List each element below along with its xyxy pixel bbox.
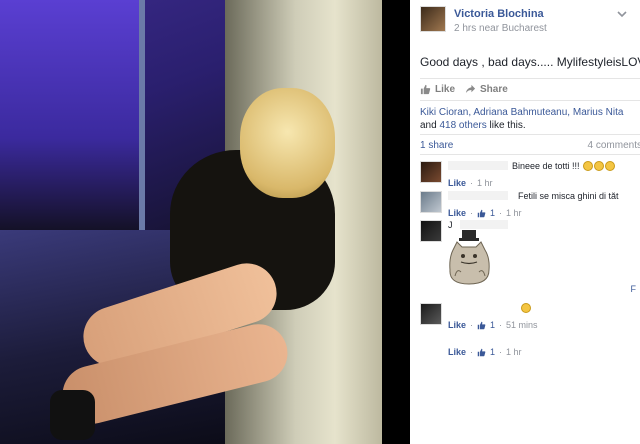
post-text: Good days , bad days..... MylifestyleisL… — [420, 55, 640, 69]
comment-time[interactable]: 1 hr — [506, 208, 522, 218]
thumbs-up-icon — [477, 321, 486, 329]
author-avatar[interactable] — [420, 6, 446, 32]
divider — [420, 100, 640, 101]
meta-separator: · — [470, 347, 474, 357]
photo-shoe — [50, 390, 95, 440]
post-actions: Like Share — [420, 84, 508, 95]
meta-separator: · — [470, 208, 474, 218]
chevron-down-icon[interactable] — [616, 8, 628, 20]
share-button[interactable]: Share — [465, 84, 508, 95]
comment-like-button[interactable]: Like — [448, 208, 466, 218]
like-label: Like — [435, 84, 456, 95]
comment-like-count[interactable]: 1 — [490, 208, 495, 218]
comment-like-count[interactable]: 1 — [490, 347, 495, 357]
comment-time[interactable]: 51 mins — [506, 320, 538, 330]
smiley-icon — [521, 303, 531, 313]
likers-names[interactable]: Kiki Cioran, Adriana Bahmuteanu, Marius … — [420, 107, 623, 118]
thumbs-up-icon — [477, 209, 486, 217]
share-arrow-icon — [465, 84, 476, 94]
edge-mark[interactable]: F — [631, 284, 637, 294]
shares-row: 1 share 4 comments — [420, 140, 640, 152]
author-name[interactable]: Victoria Blochina — [454, 8, 544, 20]
likers-sentence: Kiki Cioran, Adriana Bahmuteanu, Marius … — [420, 106, 635, 132]
like-button[interactable]: Like — [420, 84, 455, 95]
share-label: Share — [480, 84, 508, 95]
meta-separator: · — [499, 347, 503, 357]
commenter-name[interactable] — [448, 191, 508, 200]
comment-count[interactable]: 4 comments — [588, 140, 640, 151]
thumbs-up-icon — [477, 348, 486, 356]
comment-meta: Like · 1 hr — [448, 178, 493, 188]
comment-like-button[interactable]: Like — [448, 320, 466, 330]
comment-meta: Like · 1 · 51 mins — [448, 320, 538, 330]
thumbs-up-icon — [420, 84, 431, 95]
comment-like-button[interactable]: Like — [448, 347, 466, 357]
likers-others-link[interactable]: 418 others — [439, 120, 486, 131]
comment-like-count[interactable]: 1 — [490, 320, 495, 330]
post-meta[interactable]: 2 hrs near Bucharest — [454, 23, 547, 34]
post-photo[interactable] — [0, 0, 382, 444]
comment-like-button[interactable]: Like — [448, 178, 466, 188]
commenter-name[interactable] — [448, 161, 508, 170]
comment-text: Fetili se misca ghini di tăt — [518, 191, 619, 201]
smiley-icon — [605, 161, 616, 171]
shares-link[interactable]: 1 share — [420, 140, 453, 151]
photo-window — [0, 0, 145, 230]
comment-text — [520, 303, 531, 313]
meta-separator: · — [499, 320, 503, 330]
smiley-icon — [594, 161, 605, 171]
photo-hair — [240, 88, 335, 198]
meta-separator: · — [499, 208, 503, 218]
comment-time[interactable]: 1 hr — [477, 178, 493, 188]
post-sidebar: Victoria Blochina 2 hrs near Bucharest G… — [410, 0, 640, 444]
post-header: Victoria Blochina 2 hrs near Bucharest — [420, 6, 640, 36]
divider — [420, 78, 640, 79]
commenter-avatar[interactable] — [420, 161, 442, 183]
comment-text: Bineee de totti !!! — [512, 161, 616, 171]
comment-time[interactable]: 1 hr — [506, 347, 522, 357]
likers-and: and — [420, 120, 440, 131]
comment-text-content: Bineee de totti !!! — [512, 161, 580, 171]
comment-meta: Like · 1 · 1 hr — [448, 347, 522, 357]
smiley-icon — [583, 161, 594, 171]
divider — [420, 154, 640, 155]
meta-separator: · — [470, 320, 474, 330]
divider — [420, 134, 640, 135]
comment-meta: Like · 1 · 1 hr — [448, 208, 522, 218]
commenter-avatar[interactable] — [420, 303, 442, 325]
likers-suffix: like this. — [486, 120, 526, 131]
commenter-avatar[interactable] — [420, 220, 442, 242]
meta-separator: · — [470, 178, 474, 188]
commenter-avatar[interactable] — [420, 191, 442, 213]
cat-sticker-icon — [449, 230, 490, 285]
post-text-content: Good days , bad days..... MylifestyleisL… — [420, 55, 640, 69]
